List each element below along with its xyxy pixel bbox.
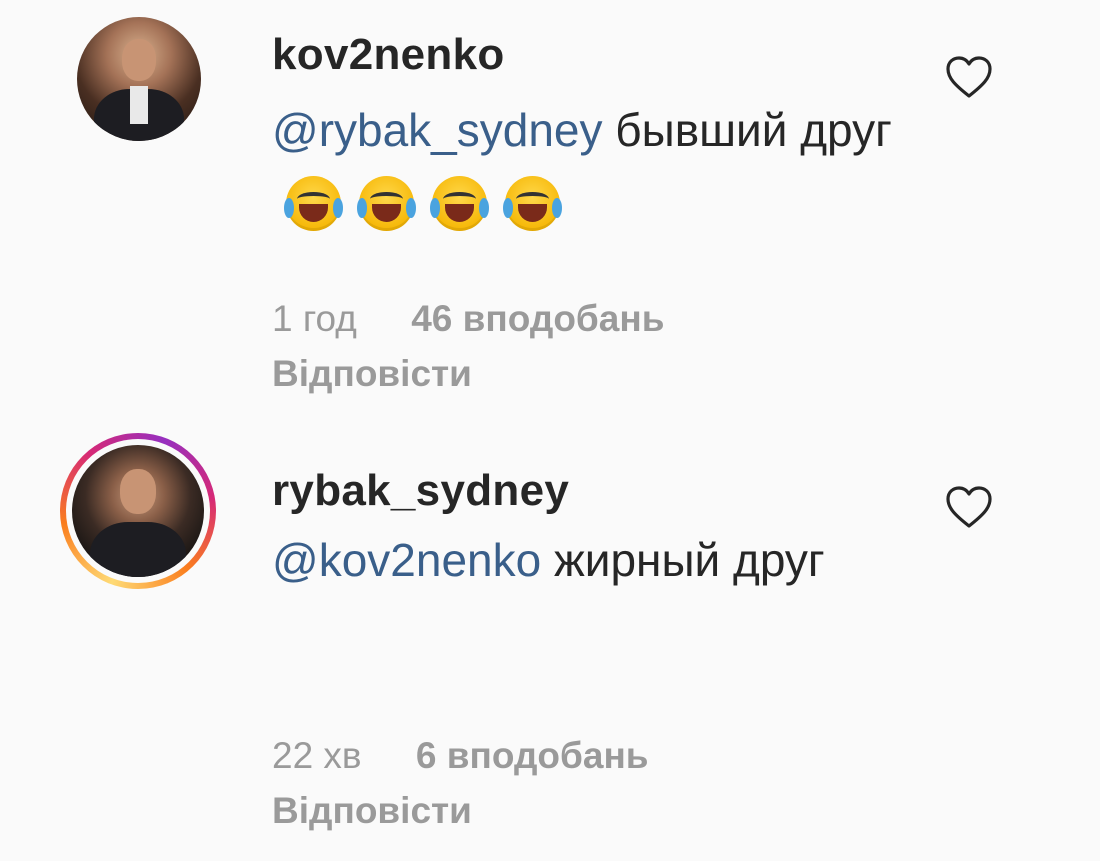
emoji-group — [284, 174, 578, 232]
comment-time[interactable]: 1 год — [272, 298, 357, 339]
likes-count[interactable]: 6 вподобань — [416, 735, 649, 776]
mention-link[interactable]: @kov2nenko — [272, 534, 541, 586]
comment-body: жирный друг — [553, 534, 825, 586]
comment-text: @kov2nenko жирный друг — [272, 525, 912, 595]
avatar-head — [121, 39, 157, 82]
heart-outline-icon[interactable] — [945, 55, 993, 99]
comment-meta: 22 хв 6 вподобань — [272, 735, 649, 777]
reply-button[interactable]: Відповісти — [272, 790, 472, 832]
comment-item: rybak_sydney @kov2nenko жирный друг 22 х… — [0, 420, 1100, 861]
face-with-tears-of-joy-icon — [284, 176, 343, 232]
likes-count[interactable]: 46 вподобань — [411, 298, 664, 339]
comment-text: @rybak_sydney бывший друг — [272, 95, 912, 235]
comment-time[interactable]: 22 хв — [272, 735, 362, 776]
avatar-head — [119, 468, 157, 514]
comment-body: бывший друг — [615, 104, 892, 156]
face-with-tears-of-joy-icon — [430, 176, 489, 232]
mention-link[interactable]: @rybak_sydney — [272, 104, 603, 156]
avatar[interactable] — [77, 17, 201, 141]
avatar-shirt — [130, 86, 148, 124]
heart-outline-icon[interactable] — [945, 485, 993, 529]
username-link[interactable]: rybak_sydney — [272, 466, 569, 516]
face-with-tears-of-joy-icon — [357, 176, 416, 232]
avatar-body — [90, 521, 186, 577]
username-link[interactable]: kov2nenko — [272, 30, 505, 80]
comment-item: kov2nenko @rybak_sydney бывший друг 1 го… — [0, 0, 1100, 420]
comment-meta: 1 год 46 вподобань — [272, 298, 664, 340]
avatar[interactable] — [72, 445, 204, 577]
reply-button[interactable]: Відповісти — [272, 353, 472, 395]
face-with-tears-of-joy-icon — [503, 176, 562, 232]
